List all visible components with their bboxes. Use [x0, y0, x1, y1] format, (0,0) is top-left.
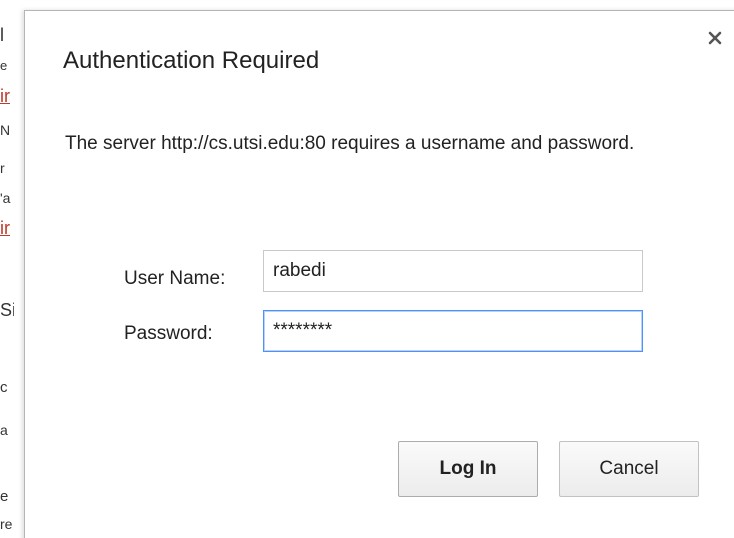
background-text-fragment: a	[0, 422, 8, 438]
dialog-message: The server http://cs.utsi.edu:80 require…	[65, 133, 635, 154]
password-field[interactable]: ********	[263, 310, 643, 352]
background-text-fragment: e	[0, 58, 8, 73]
background-text-fragment: r	[0, 160, 5, 176]
background-text-fragment: re	[0, 516, 13, 532]
background-text-fragment: e	[0, 488, 9, 505]
username-field[interactable]: rabedi	[263, 250, 643, 292]
password-label: Password:	[124, 323, 213, 344]
background-text-fragment: 'a	[0, 190, 11, 206]
dialog-title: Authentication Required	[63, 47, 320, 74]
close-icon-glyph	[708, 31, 722, 45]
log-in-button[interactable]: Log In	[398, 441, 538, 497]
background-text-fragment: N	[0, 122, 11, 138]
browser-page: l e ir N r 'a ir Si c a e re Authenticat…	[0, 0, 734, 538]
background-text-fragment: l	[0, 25, 4, 45]
username-label: User Name:	[124, 268, 226, 289]
background-text-fragment: c	[0, 379, 8, 396]
close-icon[interactable]	[706, 29, 724, 47]
authentication-dialog: Authentication Required The server http:…	[24, 10, 734, 538]
background-link-fragment[interactable]: ir	[0, 86, 14, 106]
background-text-fragment: Si	[0, 300, 14, 320]
background-link-fragment[interactable]: ir	[0, 218, 14, 238]
cancel-button[interactable]: Cancel	[559, 441, 699, 497]
